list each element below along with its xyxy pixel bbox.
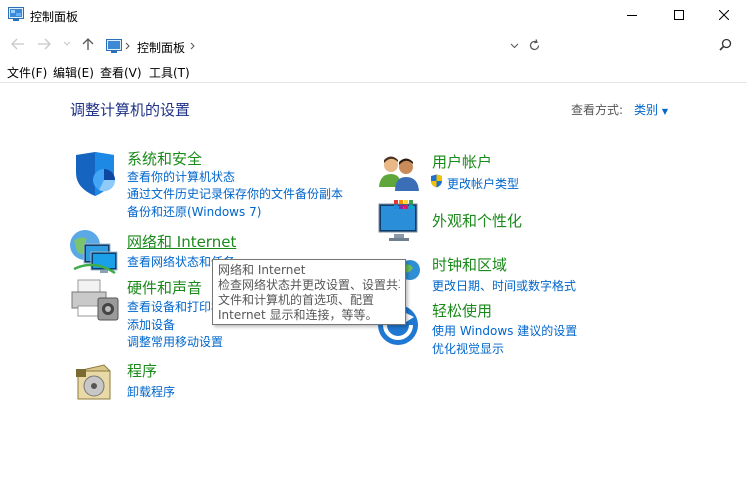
- control-panel-icon: [8, 7, 24, 21]
- monitor-appearance-icon: [378, 200, 418, 241]
- menu-view[interactable]: 查看(V): [100, 64, 142, 81]
- search-input[interactable]: [549, 35, 737, 56]
- tooltip-line: 检查网络状态并更改设置、设置共享: [218, 278, 400, 292]
- page-title: 调整计算机的设置: [70, 101, 191, 119]
- control-panel-small-icon: [106, 39, 122, 53]
- tooltip-line: Internet 显示和连接，等等。: [218, 308, 378, 322]
- view-by-value[interactable]: 类别: [634, 103, 658, 117]
- category-network-internet[interactable]: 网络和 Internet: [127, 231, 236, 252]
- window-title: 控制面板: [30, 10, 79, 24]
- printer-icon: [71, 279, 119, 321]
- menu-tools[interactable]: 工具(T): [149, 64, 190, 81]
- link-uninstall-program[interactable]: 卸载程序: [127, 383, 175, 400]
- link-mobility-settings[interactable]: 调整常用移动设置: [127, 333, 223, 350]
- search-icon[interactable]: [719, 38, 732, 51]
- recent-locations-chevron-icon[interactable]: [63, 41, 71, 47]
- dropdown-arrow-icon: ▼: [661, 107, 668, 116]
- category-appearance[interactable]: 外观和个性化: [432, 210, 522, 231]
- link-devices-printers[interactable]: 查看设备和打印机: [127, 298, 223, 315]
- maximize-button[interactable]: [656, 0, 702, 30]
- category-user-accounts[interactable]: 用户帐户: [432, 151, 492, 172]
- tooltip-line: 网络和 Internet: [218, 263, 306, 277]
- breadcrumb-chevron-icon[interactable]: [190, 42, 196, 50]
- maximize-icon: [674, 10, 684, 20]
- shield-icon: [76, 152, 116, 196]
- category-system-security[interactable]: 系统和安全: [127, 148, 202, 169]
- link-change-account-type[interactable]: 更改帐户类型: [447, 175, 519, 192]
- breadcrumb-chevron-icon[interactable]: [125, 42, 131, 50]
- link-add-device[interactable]: 添加设备: [127, 316, 175, 333]
- link-file-history[interactable]: 通过文件历史记录保存你的文件备份副本: [127, 185, 343, 202]
- close-icon: [719, 10, 729, 20]
- network-tooltip: 网络和 Internet 检查网络状态并更改设置、设置共享 文件和计算机的首选项…: [212, 259, 406, 325]
- category-programs[interactable]: 程序: [127, 360, 157, 381]
- minimize-button[interactable]: [609, 0, 655, 30]
- menu-bar: 文件(F) 编辑(E) 查看(V) 工具(T): [0, 60, 747, 83]
- category-clock-region[interactable]: 时钟和区域: [432, 254, 507, 275]
- up-arrow-icon[interactable]: [82, 37, 94, 51]
- navigation-bar: 控制面板: [0, 31, 747, 59]
- back-arrow-icon[interactable]: [11, 38, 25, 50]
- view-by-label: 查看方式:: [571, 103, 624, 117]
- view-by-dropdown[interactable]: 类别 ▼: [634, 101, 668, 118]
- users-icon: [379, 156, 419, 191]
- menu-edit[interactable]: 编辑(E): [53, 64, 94, 81]
- address-dropdown-icon[interactable]: [510, 43, 519, 49]
- link-view-computer-status[interactable]: 查看你的计算机状态: [127, 168, 235, 185]
- tooltip-line: 文件和计算机的首选项、配置: [218, 293, 375, 307]
- link-backup-restore[interactable]: 备份和还原(Windows 7): [127, 203, 261, 220]
- link-change-date-time-format[interactable]: 更改日期、时间或数字格式: [432, 277, 576, 294]
- address-bar[interactable]: 控制面板: [101, 35, 549, 58]
- category-ease-of-access[interactable]: 轻松使用: [432, 300, 492, 321]
- category-hardware-sound[interactable]: 硬件和声音: [127, 277, 202, 298]
- network-globe-icon: [70, 230, 118, 275]
- link-windows-recommended-settings[interactable]: 使用 Windows 建议的设置: [432, 322, 577, 339]
- refresh-icon[interactable]: [528, 39, 541, 52]
- minimize-icon: [627, 15, 637, 16]
- link-optimize-visual-display[interactable]: 优化视觉显示: [432, 340, 504, 357]
- close-button[interactable]: [701, 0, 747, 30]
- title-bar: 控制面板: [0, 0, 747, 30]
- forward-arrow-icon[interactable]: [37, 38, 51, 50]
- menu-file[interactable]: 文件(F): [7, 64, 47, 81]
- uac-shield-icon: [431, 174, 442, 188]
- breadcrumb[interactable]: 控制面板: [137, 39, 185, 56]
- programs-box-icon: [76, 364, 111, 400]
